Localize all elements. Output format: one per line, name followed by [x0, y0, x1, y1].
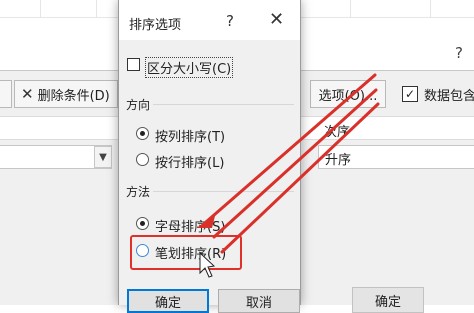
mouse-cursor-icon	[199, 251, 216, 278]
arrow-line	[212, 88, 378, 239]
arrow-line	[220, 102, 380, 254]
arrow-line	[204, 73, 377, 224]
annotation-arrows	[197, 73, 380, 278]
